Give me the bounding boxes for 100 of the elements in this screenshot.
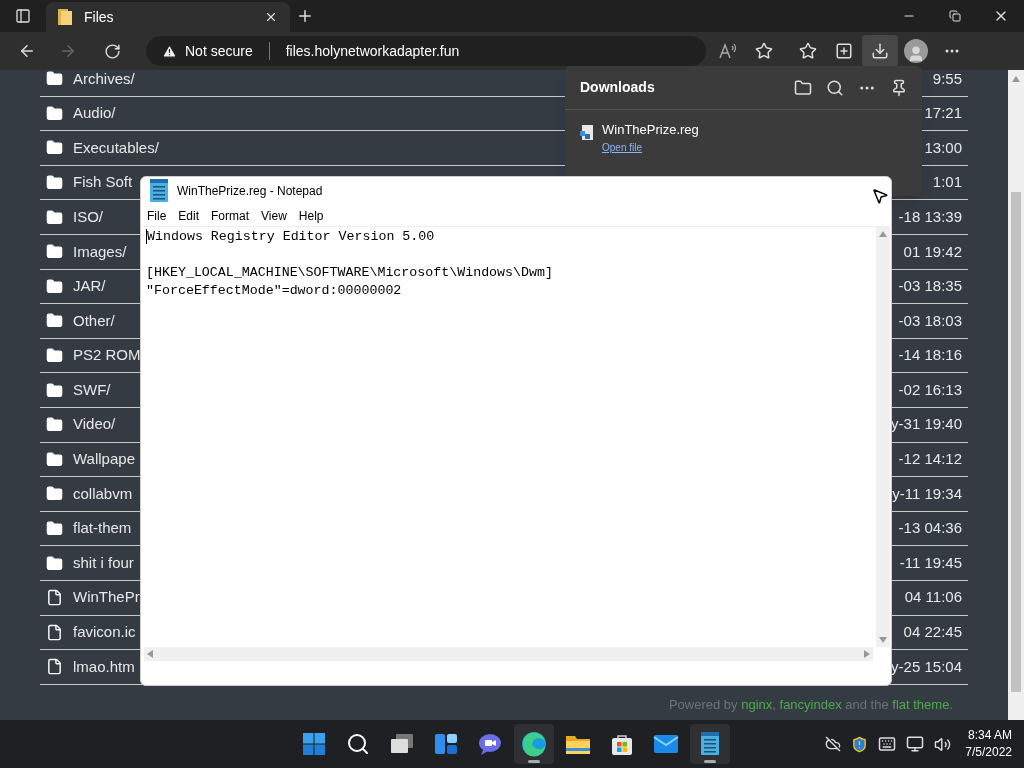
keyboard-icon[interactable] bbox=[878, 735, 897, 753]
pin-icon[interactable] bbox=[890, 78, 908, 97]
cloud-off-icon[interactable] bbox=[825, 736, 842, 752]
date-cell-text: -03 18:03 bbox=[898, 310, 963, 331]
file-name-link[interactable]: JAR/ bbox=[73, 275, 106, 298]
folder-icon bbox=[565, 733, 591, 755]
text-editor[interactable]: Windows Registry Editor Version 5.00 [HKEY_LOCAL_MACHINE\SOFTWARE\Microsoft\Windows\Dwm] "ForceEffectMode"=dword:00000002 bbox=[141, 227, 876, 647]
network-icon[interactable] bbox=[906, 735, 925, 753]
folder-icon bbox=[46, 70, 63, 88]
file-name-link[interactable]: Wallpape bbox=[73, 448, 135, 471]
more-icon bbox=[945, 49, 959, 53]
search-icon[interactable] bbox=[826, 78, 844, 97]
back-icon[interactable] bbox=[18, 42, 36, 60]
window-title: WinThePrize.reg - Notepad bbox=[177, 183, 323, 200]
file-name-link[interactable]: Audio/ bbox=[73, 102, 116, 125]
search-icon bbox=[346, 732, 370, 756]
file-name-link[interactable]: flat-them bbox=[73, 517, 132, 540]
security-label: Not secure bbox=[185, 41, 253, 61]
date-cell-text: 17:21 bbox=[924, 103, 963, 124]
footer-link[interactable]: fancyindex bbox=[779, 696, 842, 712]
file-name-link[interactable]: Archives/ bbox=[73, 70, 135, 91]
reload-icon[interactable] bbox=[103, 42, 121, 60]
file-name-link[interactable]: Other/ bbox=[73, 309, 115, 333]
file-name-link[interactable]: favicon.ic bbox=[73, 621, 136, 644]
folder-icon bbox=[46, 520, 63, 537]
file-name-link[interactable]: shit i four bbox=[73, 551, 134, 575]
address-bar[interactable]: Not secure files.holynetworkadapter.fun bbox=[146, 36, 706, 66]
folder-icon bbox=[46, 139, 63, 157]
file-name-link[interactable]: SWF/ bbox=[73, 378, 111, 402]
file-name-link[interactable]: WinThePr bbox=[73, 586, 140, 609]
folder-icon bbox=[46, 312, 63, 330]
clock[interactable]: 8:34 AM 7/5/2022 bbox=[965, 727, 1012, 761]
warning-icon bbox=[162, 43, 177, 59]
downloads-button[interactable] bbox=[862, 35, 898, 67]
date-cell-text: -12 14:12 bbox=[898, 449, 963, 470]
date-cell-text: 13:00 bbox=[924, 137, 963, 158]
date-cell-text: -03 18:35 bbox=[898, 276, 963, 297]
folder-icon bbox=[46, 554, 63, 572]
page-scrollbar[interactable] bbox=[1008, 70, 1024, 720]
date-cell-text: -18 13:39 bbox=[898, 206, 963, 227]
file-icon bbox=[46, 623, 63, 641]
menu-item[interactable]: Edit bbox=[178, 206, 200, 225]
file-name-link[interactable]: Fish Soft bbox=[73, 171, 133, 194]
date-cell-text: -14 18:16 bbox=[898, 345, 963, 366]
restore-icon[interactable] bbox=[949, 10, 961, 22]
favorites-icon bbox=[799, 42, 817, 60]
date-cell-text: y-25 15:04 bbox=[891, 656, 963, 677]
clock-date: 7/5/2022 bbox=[965, 744, 1012, 761]
collections-icon bbox=[835, 42, 853, 60]
date-cell-text: 04 11:06 bbox=[904, 587, 963, 608]
file-name-link[interactable]: Images/ bbox=[73, 240, 127, 263]
download-file-name: WinThePrize.reg bbox=[602, 121, 699, 139]
folder-icon bbox=[46, 347, 63, 365]
date-cell-text: y-11 19:34 bbox=[892, 483, 963, 504]
download-icon bbox=[871, 42, 889, 60]
folder-icon bbox=[46, 243, 63, 261]
tab-title: Files bbox=[84, 7, 115, 27]
mouse-pointer-icon bbox=[871, 187, 889, 205]
menu-item[interactable]: File bbox=[147, 206, 167, 225]
file-name-link[interactable]: lmao.htm bbox=[73, 655, 135, 679]
new-tab-icon[interactable] bbox=[296, 7, 314, 25]
file-icon bbox=[46, 658, 63, 676]
date-cell-text: y-31 19:40 bbox=[891, 414, 963, 435]
windows-logo-icon bbox=[302, 732, 326, 756]
clock-time: 8:34 AM bbox=[967, 727, 1012, 744]
file-name-link[interactable]: collabvm bbox=[73, 482, 133, 506]
menu-item[interactable]: Help bbox=[298, 206, 324, 225]
menu-item[interactable]: View bbox=[261, 206, 287, 225]
file-name-link[interactable]: PS2 ROM bbox=[73, 344, 141, 367]
close-icon[interactable] bbox=[264, 10, 278, 24]
downloads-title: Downloads bbox=[580, 78, 656, 97]
chat-icon bbox=[478, 732, 502, 756]
file-icon bbox=[46, 589, 63, 607]
registry-file-icon bbox=[580, 125, 594, 141]
date-cell-text: 1:01 bbox=[932, 172, 963, 193]
date-cell-text: -02 16:13 bbox=[898, 379, 963, 400]
menu-item[interactable]: Format bbox=[211, 206, 250, 225]
browser-tab[interactable]: Files bbox=[46, 2, 290, 32]
folder-icon bbox=[46, 277, 63, 295]
open-file-link[interactable]: Open file bbox=[602, 139, 699, 155]
date-cell-text: 9:55 bbox=[932, 70, 963, 89]
notepad-taskbar-button[interactable] bbox=[690, 724, 730, 764]
folder-icon bbox=[58, 9, 72, 25]
file-name-link[interactable]: Executables/ bbox=[73, 136, 159, 160]
notepad-icon bbox=[149, 179, 169, 203]
file-name-link[interactable]: Video/ bbox=[73, 413, 116, 436]
folder-icon[interactable] bbox=[794, 78, 812, 97]
date-cell-text: 04 22:45 bbox=[903, 622, 963, 643]
notepad-icon bbox=[700, 732, 720, 756]
file-name-link[interactable]: ISO/ bbox=[73, 205, 103, 229]
edge-taskbar-button[interactable] bbox=[514, 724, 554, 764]
date-cell-text: 01 19:42 bbox=[903, 241, 963, 262]
store-bag-icon bbox=[610, 732, 634, 756]
folder-icon bbox=[46, 416, 63, 434]
mail-icon bbox=[653, 734, 679, 754]
shield-warning-icon[interactable] bbox=[851, 735, 869, 753]
tab-actions-icon[interactable] bbox=[15, 8, 31, 24]
folder-icon bbox=[46, 381, 63, 399]
volume-icon[interactable] bbox=[934, 735, 952, 753]
folder-icon bbox=[46, 174, 63, 192]
